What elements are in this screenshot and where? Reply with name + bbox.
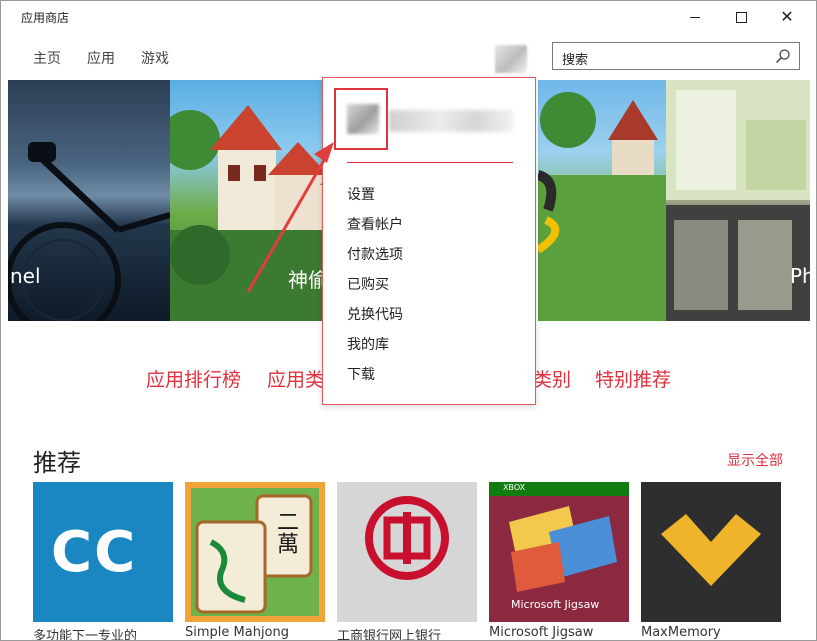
title-bar: 应用商店 ✕ bbox=[1, 1, 816, 33]
app-tile-caption: 工商银行网上银行 bbox=[337, 629, 442, 641]
minimize-button[interactable] bbox=[672, 1, 718, 33]
category-categories-link[interactable]: 类别 bbox=[533, 365, 571, 392]
cc-logo-text: CC bbox=[51, 520, 138, 585]
category-app-categories-link[interactable]: 应用类 bbox=[267, 365, 324, 392]
account-menu: 设置 查看帐户 付款选项 已购买 兑换代码 我的库 下载 bbox=[322, 77, 536, 405]
show-all-link[interactable]: 显示全部 bbox=[727, 450, 783, 470]
app-tile-icbc[interactable] bbox=[337, 482, 477, 622]
account-menu-username[interactable] bbox=[389, 110, 513, 132]
recommended-heading: 推荐 bbox=[33, 449, 81, 477]
game-village-image bbox=[535, 92, 666, 321]
app-tile-caption: MaxMemory bbox=[641, 625, 721, 640]
menu-item-settings[interactable]: 设置 bbox=[347, 184, 375, 204]
window-title: 应用商店 bbox=[21, 11, 70, 25]
search-placeholder: 搜索 bbox=[562, 53, 589, 68]
icbc-logo-icon bbox=[365, 496, 449, 580]
app-tile-caption: Microsoft Jigsaw bbox=[489, 625, 594, 640]
hero-slide-game[interactable] bbox=[535, 80, 666, 321]
menu-item-payment-options[interactable]: 付款选项 bbox=[347, 244, 403, 264]
maximize-button[interactable] bbox=[718, 1, 764, 33]
close-button[interactable]: ✕ bbox=[764, 1, 810, 33]
account-avatar-button[interactable] bbox=[495, 45, 527, 73]
search-icon[interactable] bbox=[775, 48, 791, 64]
account-menu-divider bbox=[347, 162, 513, 163]
jigsaw-tile-text: Microsoft Jigsaw bbox=[511, 598, 600, 611]
mahjong-image bbox=[185, 482, 325, 622]
menu-item-my-library[interactable]: 我的库 bbox=[347, 334, 389, 354]
maximize-icon bbox=[735, 11, 747, 23]
close-icon: ✕ bbox=[780, 7, 794, 26]
film-strip-image bbox=[666, 80, 810, 321]
hero-slide-film[interactable] bbox=[666, 80, 810, 321]
maxmemory-logo-icon bbox=[661, 514, 761, 586]
menu-item-downloads[interactable]: 下载 bbox=[347, 364, 375, 384]
menu-item-purchased[interactable]: 已购买 bbox=[347, 274, 389, 294]
minimize-icon bbox=[690, 16, 700, 18]
avatar-highlight-box bbox=[334, 88, 388, 150]
app-tile-jigsaw[interactable]: XBOX Microsoft Jigsaw bbox=[489, 482, 629, 622]
hero-caption-3: Ph bbox=[790, 264, 810, 288]
nav-games[interactable]: 游戏 bbox=[141, 48, 169, 68]
app-tile-cc[interactable]: CC bbox=[33, 482, 173, 622]
mahjong-tile-text: 二萬 bbox=[273, 510, 298, 554]
app-tile-mahjong[interactable]: 二萬 bbox=[185, 482, 325, 622]
category-top-apps-link[interactable]: 应用排行榜 bbox=[146, 365, 241, 392]
search-input[interactable]: 搜索 bbox=[552, 42, 800, 70]
nav-apps[interactable]: 应用 bbox=[87, 48, 115, 68]
app-tile-caption: 多功能下一专业的 bbox=[33, 629, 138, 641]
hero-caption-1: nel bbox=[10, 264, 41, 288]
category-featured-link[interactable]: 特别推荐 bbox=[595, 365, 671, 392]
nav-home[interactable]: 主页 bbox=[33, 48, 61, 68]
app-tile-maxmemory[interactable] bbox=[641, 482, 781, 622]
app-tile-caption: Simple Mahjong bbox=[185, 625, 289, 640]
menu-item-view-account[interactable]: 查看帐户 bbox=[347, 214, 403, 234]
menu-item-redeem-code[interactable]: 兑换代码 bbox=[347, 304, 403, 324]
app-window: 应用商店 ✕ 主页 应用 游戏 搜索 nel 神偷 P 应用排行榜 应用类 类别… bbox=[0, 0, 817, 641]
